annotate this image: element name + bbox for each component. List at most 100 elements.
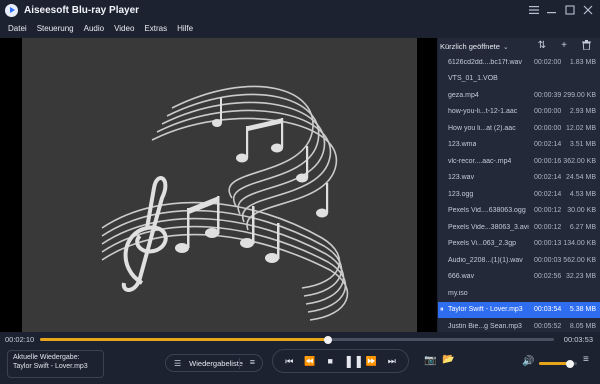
list-item-name: 123.ogg: [448, 190, 474, 198]
maximize-icon[interactable]: [562, 3, 578, 17]
list-item[interactable]: How you li...at (2).aac 00:00:00 12.02 MB: [438, 120, 600, 137]
fast-forward-icon[interactable]: ⏩: [364, 356, 378, 367]
list-item-name: 6126cd2dd....bc17f.wav: [448, 58, 522, 66]
list-item-duration: 00:00:12: [534, 207, 562, 215]
next-icon[interactable]: ⏭: [385, 356, 399, 367]
list-item-size: 6.27 MB: [569, 223, 596, 231]
list-item-active[interactable]: ⏸ Taylor Swift - Lover.mp3 00:03:54 5.38 MB: [438, 301, 600, 318]
now-playing-box: Aktuelle Wiedergabe: Taylor Swift - Love…: [7, 350, 104, 378]
list-item-size: 299.00 KB: [563, 91, 596, 99]
list-item-size: 8.05 MB: [569, 322, 596, 330]
list-item[interactable]: 6126cd2dd....bc17f.wav 00:02:00 1.83 MB: [438, 54, 600, 71]
pause-icon[interactable]: ❚❚: [344, 354, 364, 368]
list-item-name: vlc-recor....aac-.mp4: [448, 157, 512, 165]
title-bar: Aiseesoft Blu-ray Player: [0, 0, 600, 20]
list-item[interactable]: my.iso: [438, 285, 600, 302]
list-item-size: 362.00 KB: [563, 157, 596, 165]
playlist-title[interactable]: Kürzlich geöffnete: [440, 42, 500, 51]
list-item-duration: 00:02:14: [534, 141, 562, 149]
list-item[interactable]: Pexels Vid....638063.ogg 00:00:12 30.00 KB: [438, 203, 600, 220]
music-notes-artwork: [101, 85, 349, 321]
list-item-name: How you li...at (2).aac: [448, 124, 516, 132]
menu-extras[interactable]: Extras: [144, 24, 167, 33]
list-item-name: Pexels Vide...38063_3.avi: [448, 223, 529, 231]
list-item[interactable]: Justin Bie...g Sean.mp3 00:05:52 8.05 MB: [438, 318, 600, 335]
menu-bar: Datei Steuerung Audio Video Extras Hilfe: [0, 20, 600, 36]
volume-icon[interactable]: 🔊: [522, 356, 534, 367]
progress-handle[interactable]: [323, 335, 332, 344]
playlist-button[interactable]: ☰ Wiedergabeliste ≡: [165, 354, 263, 372]
current-time: 00:02:10: [5, 335, 35, 344]
list-item[interactable]: how-you-li...t-12-1.aac 00:00:00 2.93 MB: [438, 104, 600, 121]
list-item-name: my.iso: [448, 289, 468, 297]
audio-menu-icon[interactable]: ≡: [583, 354, 589, 365]
list-item-duration: 00:02:14: [534, 190, 562, 198]
list-item-duration: 00:00:16: [534, 157, 562, 165]
playlist-tools: ⇅ +: [536, 40, 592, 53]
minimize-icon[interactable]: [544, 3, 560, 17]
list-item-duration: 00:00:00: [534, 108, 562, 116]
list-item-name: geza.mp4: [448, 91, 479, 99]
list-item-name: Pexels Vi...063_2.3gp: [448, 240, 516, 248]
menu-video[interactable]: Video: [114, 24, 134, 33]
list-item[interactable]: geza.mp4 00:00:39 299.00 KB: [438, 87, 600, 104]
list-item[interactable]: Pexels Vide...38063_3.avi 00:00:12 6.27 MB: [438, 219, 600, 236]
list-item[interactable]: 666.wav 00:02:56 32.23 MB: [438, 269, 600, 286]
previous-icon[interactable]: ⏮: [282, 356, 296, 367]
add-icon[interactable]: +: [558, 40, 570, 53]
chevron-down-icon[interactable]: ⌄: [503, 43, 509, 51]
list-item[interactable]: 123.ogg 00:02:14 4.53 MB: [438, 186, 600, 203]
list-item-name: Justin Bie...g Sean.mp3: [448, 322, 522, 330]
list-item-size: 3.51 MB: [569, 141, 596, 149]
progress-bar[interactable]: [40, 335, 554, 344]
sort-icon[interactable]: ⇅: [536, 40, 548, 53]
list-item-size: 32.23 MB: [566, 273, 596, 281]
list-item-duration: 00:02:00: [534, 58, 562, 66]
album-art: [22, 38, 417, 332]
video-area[interactable]: [0, 38, 437, 332]
list-item-name: 666.wav: [448, 273, 475, 281]
folder-icon[interactable]: 📂: [442, 354, 454, 365]
list-item[interactable]: 123.wma 00:02:14 3.51 MB: [438, 137, 600, 154]
close-icon[interactable]: [580, 3, 596, 17]
app-logo-icon: [5, 3, 18, 17]
list-item-size: 2.93 MB: [569, 108, 596, 116]
list-item-size: 4.53 MB: [569, 190, 596, 198]
now-playing-title: Taylor Swift - Lover.mp3: [13, 363, 88, 370]
menu-datei[interactable]: Datei: [8, 24, 27, 33]
playlist-list: 6126cd2dd....bc17f.wav 00:02:00 1.83 MB VT…: [438, 54, 600, 335]
stop-icon[interactable]: ■: [323, 356, 337, 366]
window-controls: [526, 3, 596, 17]
total-time: 00:03:53: [563, 335, 593, 344]
list-item-size: 5.38 MB: [569, 306, 596, 314]
menu-hilfe[interactable]: Hilfe: [177, 24, 193, 33]
list-item-duration: 00:00:00: [534, 124, 562, 132]
list-item-duration: 00:00:39: [534, 91, 562, 99]
list-item-size: 24.54 MB: [566, 174, 596, 182]
trash-icon[interactable]: [580, 40, 592, 53]
volume-handle[interactable]: [566, 359, 575, 368]
list-item-size: 134.00 KB: [563, 240, 596, 248]
list-item-duration: 00:02:14: [534, 174, 562, 182]
playlist-button-label: Wiedergabeliste: [189, 358, 243, 368]
list-item-duration: 00:00:12: [534, 223, 562, 231]
list-item-name: how-you-li...t-12-1.aac: [448, 108, 518, 116]
menu-steuerung[interactable]: Steuerung: [37, 24, 74, 33]
list-item-size: 1.83 MB: [569, 58, 596, 66]
list-item[interactable]: Pexels Vi...063_2.3gp 00:00:13 134.00 KB: [438, 236, 600, 253]
hamburger-icon[interactable]: [526, 3, 542, 17]
list-item-duration: 00:02:56: [534, 273, 562, 281]
playback-mode-icon[interactable]: ≡: [250, 357, 255, 367]
list-item[interactable]: VTS_01_1.VOB: [438, 71, 600, 88]
list-item-name: 123.wav: [448, 174, 475, 182]
list-item[interactable]: Audio_2208...(1)(1).wav 00:00:03 562.00 KB: [438, 252, 600, 269]
volume-slider[interactable]: [539, 359, 577, 368]
list-item[interactable]: 123.wav 00:02:14 24.54 MB: [438, 170, 600, 187]
list-item-duration: 00:03:54: [534, 306, 562, 314]
menu-audio[interactable]: Audio: [84, 24, 104, 33]
list-item[interactable]: vlc-recor....aac-.mp4 00:00:16 362.00 KB: [438, 153, 600, 170]
list-icon: ☰: [174, 358, 182, 368]
snapshot-icon[interactable]: 📷: [424, 355, 436, 366]
list-item-name: VTS_01_1.VOB: [448, 75, 498, 83]
rewind-icon[interactable]: ⏪: [303, 356, 317, 367]
